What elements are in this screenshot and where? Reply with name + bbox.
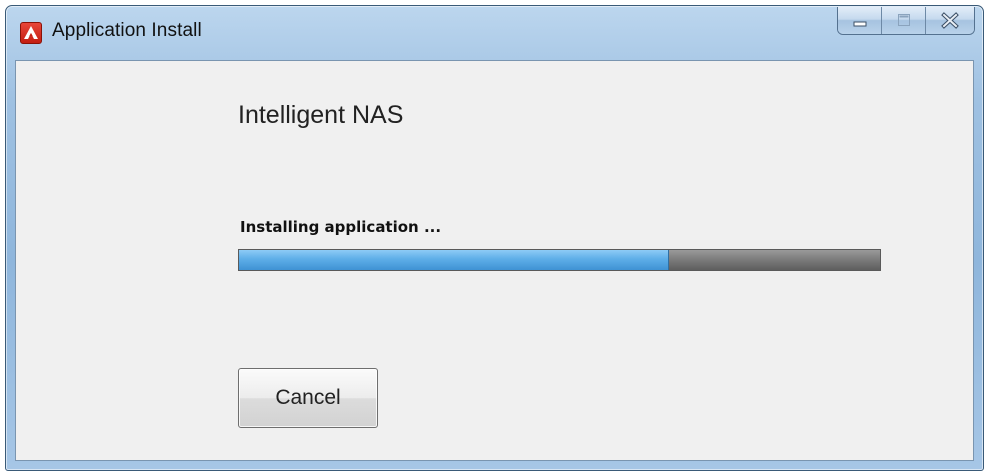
minimize-button[interactable] — [838, 7, 882, 34]
close-button[interactable] — [926, 7, 974, 34]
status-text: Installing application ... — [240, 218, 442, 236]
maximize-icon — [898, 14, 910, 26]
window-title: Application Install — [52, 20, 202, 41]
title-bar[interactable]: Application Install — [6, 6, 983, 60]
install-content: Intelligent NAS Installing application .… — [15, 60, 974, 461]
cancel-button[interactable]: Cancel — [238, 368, 378, 428]
close-icon — [941, 12, 959, 29]
progress-fill — [239, 250, 670, 270]
adobe-air-icon — [20, 22, 42, 44]
app-name: Intelligent NAS — [238, 101, 404, 129]
install-window: Application Install Intelligent NAS Inst… — [5, 5, 984, 471]
install-progress-bar — [238, 249, 881, 271]
maximize-button[interactable] — [882, 7, 926, 34]
caption-buttons — [837, 7, 975, 35]
minimize-icon — [853, 21, 867, 27]
